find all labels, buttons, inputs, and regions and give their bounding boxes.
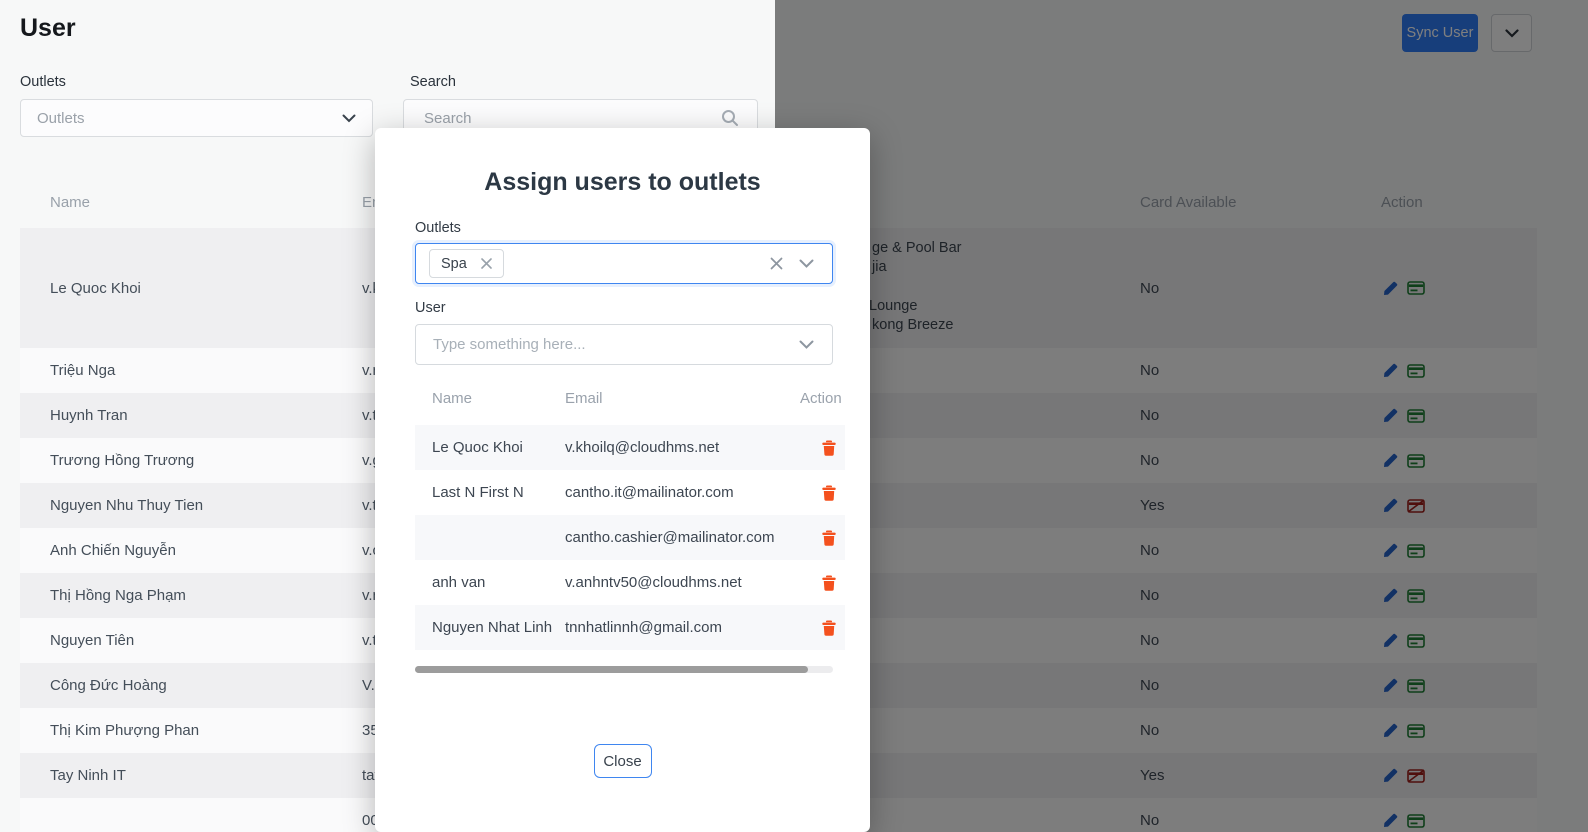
assigned-user-row: Last N First N cantho.it@mailinator.com xyxy=(415,470,845,515)
modal-column-header-action: Action xyxy=(800,390,842,407)
user-name: Triệu Nga xyxy=(50,362,115,379)
assigned-user-row: Le Quoc Khoi v.khoilq@cloudhms.net xyxy=(415,425,845,470)
close-button[interactable]: Close xyxy=(594,744,652,778)
delete-icon[interactable] xyxy=(822,440,836,456)
assigned-user-email: v.khoilq@cloudhms.net xyxy=(565,439,719,456)
remove-chip-icon[interactable] xyxy=(481,258,492,269)
search-label: Search xyxy=(410,74,456,90)
assigned-user-name: Nguyen Nhat Linh xyxy=(432,619,552,636)
user-name: Nguyen Tiên xyxy=(50,632,134,649)
user-name: Thị Kim Phượng Phan xyxy=(50,722,199,739)
chip-label: Spa xyxy=(441,256,467,272)
modal-outlets-multiselect[interactable]: Spa xyxy=(415,243,833,284)
assigned-user-email: cantho.cashier@mailinator.com xyxy=(565,529,775,546)
user-name: Tay Ninh IT xyxy=(50,767,126,784)
user-name: Nguyen Nhu Thuy Tien xyxy=(50,497,203,514)
user-name: Công Đức Hoàng xyxy=(50,677,167,694)
column-header-name: Name xyxy=(50,194,90,211)
assigned-user-row: Nguyen Nhat Linh tnnhatlinnh@gmail.com xyxy=(415,605,845,650)
assigned-users-table: Name Email Action Le Quoc Khoi v.khoilq@… xyxy=(415,390,845,658)
assigned-user-name: Last N First N xyxy=(432,484,524,501)
assigned-user-row: anh van v.anhntv50@cloudhms.net xyxy=(415,560,845,605)
delete-icon[interactable] xyxy=(822,575,836,591)
assigned-user-name: anh van xyxy=(432,574,485,591)
modal-user-select[interactable]: Type something here... xyxy=(415,324,833,365)
clear-selection-icon[interactable] xyxy=(770,257,783,270)
assigned-user-email: cantho.it@mailinator.com xyxy=(565,484,734,501)
horizontal-scrollbar[interactable] xyxy=(415,666,833,673)
user-name: Huynh Tran xyxy=(50,407,128,424)
page-title: User xyxy=(20,14,76,43)
modal-outlets-label: Outlets xyxy=(415,220,461,236)
outlets-filter-placeholder: Outlets xyxy=(37,110,85,127)
delete-icon[interactable] xyxy=(822,620,836,636)
assigned-user-email: tnnhatlinnh@gmail.com xyxy=(565,619,722,636)
assigned-user-name: Le Quoc Khoi xyxy=(432,439,523,456)
modal-column-header-name: Name xyxy=(432,390,472,407)
chevron-down-icon[interactable] xyxy=(799,259,814,268)
modal-column-header-email: Email xyxy=(565,390,603,407)
modal-user-label: User xyxy=(415,300,446,316)
delete-icon[interactable] xyxy=(822,485,836,501)
user-name: Thị Hồng Nga Phạm xyxy=(50,587,186,604)
modal-backdrop[interactable] xyxy=(775,0,1588,832)
delete-icon[interactable] xyxy=(822,530,836,546)
user-select-placeholder: Type something here... xyxy=(433,336,586,353)
user-name: Le Quoc Khoi xyxy=(50,280,141,297)
user-name: Trương Hồng Trương xyxy=(50,452,194,469)
assign-users-modal: Assign users to outlets Outlets Spa User… xyxy=(375,128,870,832)
chevron-down-icon xyxy=(342,114,356,123)
modal-title: Assign users to outlets xyxy=(375,168,870,197)
outlets-filter-select[interactable]: Outlets xyxy=(20,99,373,137)
outlets-filter-label: Outlets xyxy=(20,74,66,90)
chevron-down-icon[interactable] xyxy=(799,340,814,349)
selected-outlet-chip: Spa xyxy=(429,249,504,278)
search-icon xyxy=(721,109,739,127)
scrollbar-thumb[interactable] xyxy=(415,666,808,673)
assigned-user-row: cantho.cashier@mailinator.com xyxy=(415,515,845,560)
user-name: Anh Chiến Nguyễn xyxy=(50,542,176,559)
assigned-user-email: v.anhntv50@cloudhms.net xyxy=(565,574,742,591)
search-placeholder: Search xyxy=(424,110,472,127)
